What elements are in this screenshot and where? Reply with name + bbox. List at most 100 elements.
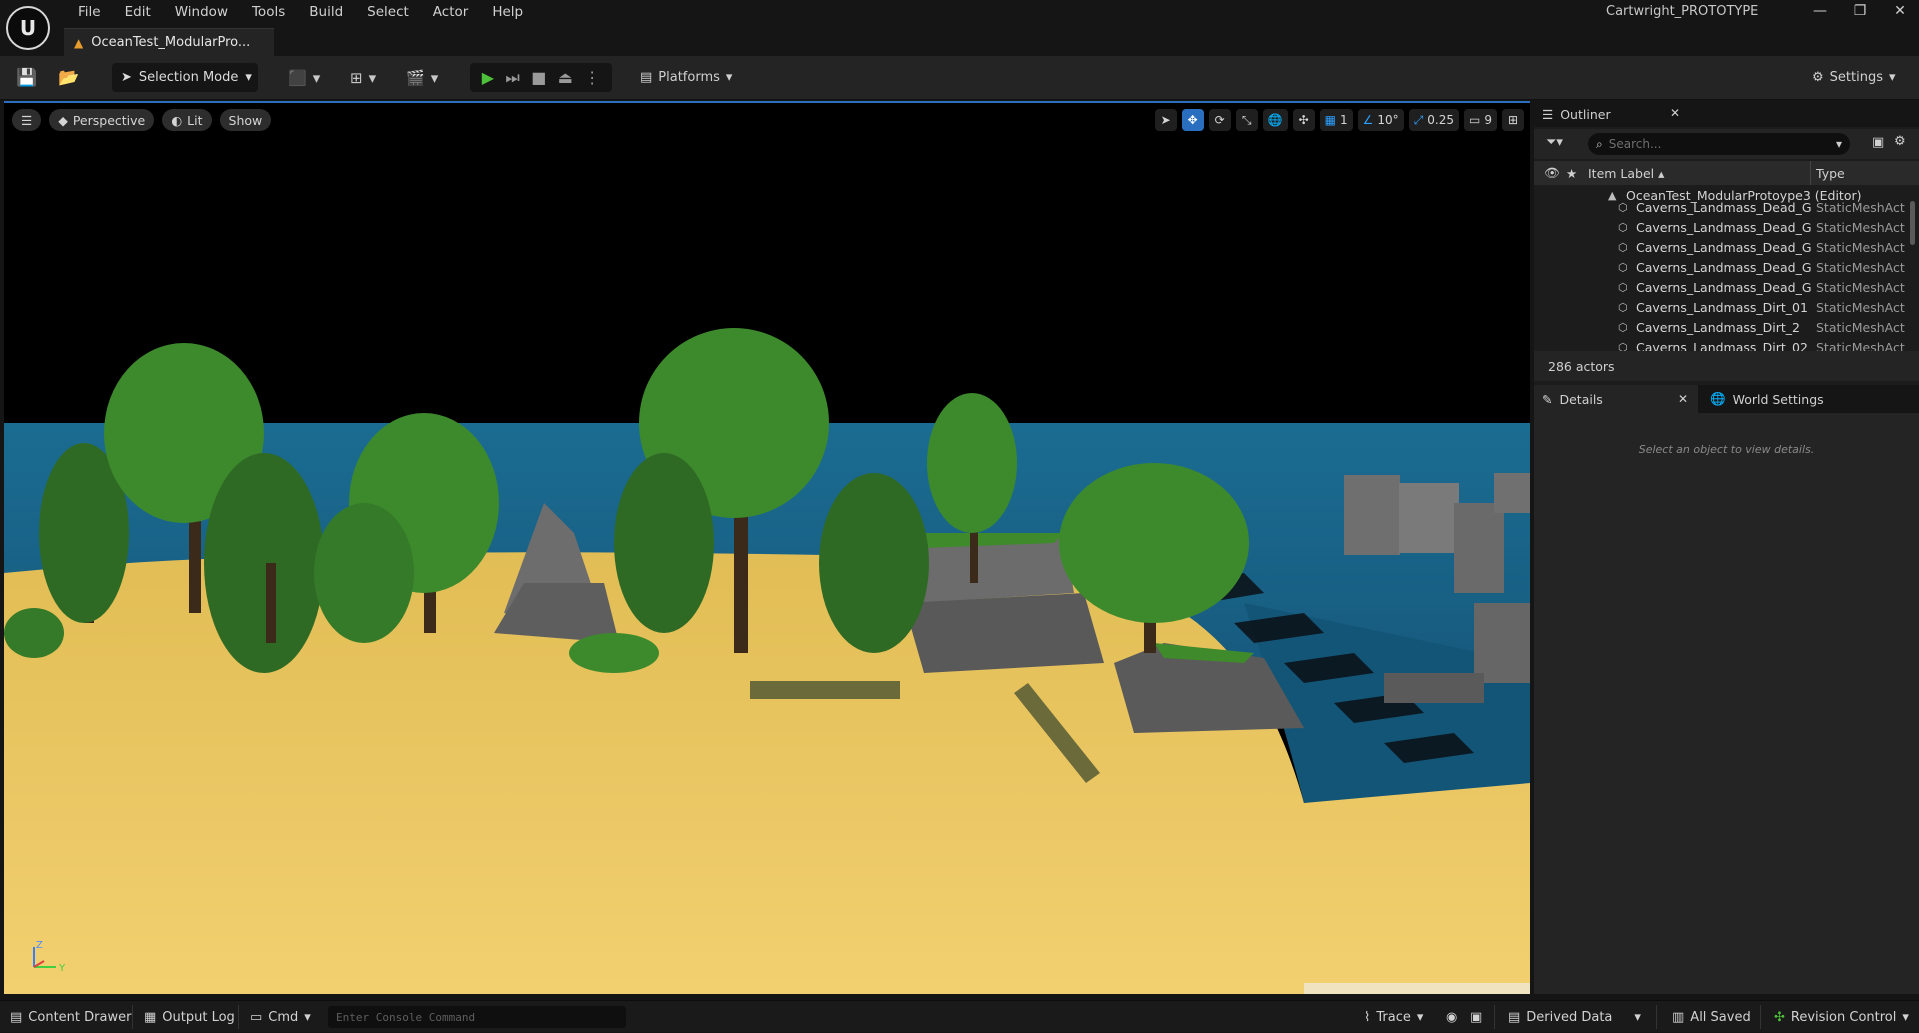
side-panel: ☰ Outliner ✕ ⏷▾ ⌕ Search... ▾ ▣ ⚙ 👁 ★ It… <box>1534 101 1919 994</box>
terminal-icon: ▭ <box>250 1009 263 1025</box>
list-item[interactable]: ⬡ Caverns_Landmass_Dead_Gr StaticMeshAct <box>1534 257 1919 277</box>
chevron-down-icon: ▾ <box>312 68 321 87</box>
add-folder-icon[interactable]: ▣ <box>1872 135 1884 150</box>
scale-tool-icon[interactable]: ⤡ <box>1235 109 1258 131</box>
world-settings-tab[interactable]: 🌐 World Settings <box>1702 386 1824 412</box>
record-icon[interactable]: ◉ <box>1446 1001 1457 1033</box>
favorite-icon[interactable]: ★ <box>1566 166 1577 181</box>
rotate-tool-icon[interactable]: ⟳ <box>1208 109 1231 131</box>
menu-actor[interactable]: Actor <box>421 3 481 21</box>
minimize-icon[interactable]: — <box>1800 0 1840 22</box>
close-icon[interactable]: ✕ <box>1678 392 1688 406</box>
all-saved-button[interactable]: ▥ All Saved <box>1672 1001 1751 1033</box>
details-body: Select an object to view details. <box>1534 413 1919 994</box>
outliner-scrollbar[interactable] <box>1910 201 1915 245</box>
world-settings-tab-label: World Settings <box>1732 391 1824 407</box>
selection-mode-dropdown[interactable]: ➤ Selection Mode ▾ <box>112 63 258 92</box>
settings-dropdown[interactable]: ⚙ Settings ▾ <box>1812 63 1896 92</box>
translate-tool-icon[interactable]: ✥ <box>1181 109 1204 131</box>
close-window-icon[interactable]: ✕ <box>1880 0 1919 22</box>
outliner-header: ☰ Outliner ✕ <box>1534 101 1919 127</box>
column-label-header[interactable]: Item Label ▴ <box>1588 166 1664 181</box>
console-command-input[interactable]: Enter Console Command <box>328 1006 626 1028</box>
scale-snap-button[interactable]: ⤢ 0.25 <box>1408 109 1460 131</box>
static-mesh-icon: ⬡ <box>1618 260 1628 274</box>
grid-snap-button[interactable]: ▦ 1 <box>1319 109 1353 131</box>
revision-control-dropdown[interactable]: ✣ Revision Control ▾ <box>1774 1001 1909 1033</box>
trace-dropdown[interactable]: ⌇ Trace ▾ <box>1364 1001 1423 1033</box>
more-options-icon[interactable]: ⋮ <box>584 68 600 87</box>
all-saved-label: All Saved <box>1690 1009 1751 1025</box>
list-item[interactable]: ⬡ Caverns_Landmass_Dead_Gr StaticMeshAct <box>1534 277 1919 297</box>
rotation-snap-button[interactable]: ∠ 10° <box>1357 109 1404 131</box>
chevron-down-icon: ▾ <box>245 70 252 85</box>
output-log-button[interactable]: ▦ Output Log <box>144 1001 235 1033</box>
content-drawer-label: Content Drawer <box>28 1009 132 1025</box>
window-controls: — ❐ ✕ <box>1800 0 1919 22</box>
gear-icon[interactable]: ⚙ <box>1894 134 1906 149</box>
platforms-dropdown[interactable]: ▤ Platforms ▾ <box>640 63 732 92</box>
outliner-search-input[interactable]: ⌕ Search... ▾ <box>1588 133 1850 155</box>
globe-icon: 🌐 <box>1710 391 1726 406</box>
visibility-icon[interactable]: 👁 <box>1544 165 1560 181</box>
level-tab[interactable]: ▲ OceanTest_ModularPro... <box>64 28 274 56</box>
cinematics-button[interactable]: 🎬 ▾ <box>406 63 438 92</box>
show-label: Show <box>228 112 263 128</box>
details-tab[interactable]: ✎ Details ✕ <box>1534 385 1698 413</box>
maximize-viewport-icon[interactable]: ⊞ <box>1502 109 1524 131</box>
menu-bar: U File Edit Window Tools Build Select Ac… <box>0 0 1919 56</box>
menu-tools[interactable]: Tools <box>240 3 297 21</box>
viewport-menu-button[interactable]: ☰ <box>12 109 42 131</box>
select-tool-icon[interactable]: ➤ <box>1154 109 1177 131</box>
eject-icon[interactable]: ⏏ <box>558 68 573 87</box>
menu-file[interactable]: File <box>66 3 113 21</box>
stop-icon[interactable]: ■ <box>531 68 546 87</box>
database-icon: ▤ <box>1508 1009 1521 1025</box>
chevron-down-icon: ▾ <box>304 1009 311 1025</box>
list-item[interactable]: ⬡ Caverns_Landmass_Dirt_01 StaticMeshAct <box>1534 297 1919 317</box>
type-column-header[interactable]: Type <box>1816 166 1845 181</box>
close-icon[interactable]: ✕ <box>1670 106 1680 120</box>
cmd-label: Cmd <box>268 1009 299 1025</box>
derived-data-dropdown[interactable]: ▤ Derived Data ▾ <box>1508 1001 1641 1033</box>
content-browser-icon[interactable]: 📂 <box>58 66 79 90</box>
list-item[interactable]: ⬡ Caverns_Landmass_Dirt_2 StaticMeshAct <box>1534 317 1919 337</box>
outliner-title: Outliner <box>1560 106 1611 122</box>
lit-button[interactable]: ◐ Lit <box>162 109 212 131</box>
list-item[interactable]: ⬡ Caverns_Landmass_Dead_Gr StaticMeshAct <box>1534 237 1919 257</box>
menu-build[interactable]: Build <box>297 3 355 21</box>
filter-icon[interactable]: ⏷▾ <box>1546 135 1563 150</box>
blueprint-button[interactable]: ⊞ ▾ <box>350 63 376 92</box>
restore-icon[interactable]: ❐ <box>1840 0 1880 22</box>
level-viewport[interactable]: ☰ ◆ Perspective ◐ Lit Show ➤ ✥ ⟳ ⤡ 🌐 ✣ ▦… <box>4 101 1530 994</box>
screenshot-icon[interactable]: ▣ <box>1470 1001 1482 1033</box>
menu-select[interactable]: Select <box>355 3 421 21</box>
content-drawer-button[interactable]: ▤ Content Drawer <box>10 1001 131 1033</box>
menu-help[interactable]: Help <box>480 3 535 21</box>
outliner-column-header: 👁 ★ Item Label ▴ Type <box>1534 161 1919 185</box>
grid-snap-value: 1 <box>1340 113 1348 127</box>
scene-render <box>4 103 1530 994</box>
play-icon[interactable]: ▶ <box>482 68 494 87</box>
menu-edit[interactable]: Edit <box>113 3 163 21</box>
step-icon[interactable]: ⏭ <box>505 68 519 88</box>
list-item[interactable]: ⬡ Caverns_Landmass_Dirt_02 StaticMeshAct <box>1534 337 1919 352</box>
show-button[interactable]: Show <box>219 109 272 131</box>
lit-label: Lit <box>187 112 203 128</box>
surface-snap-icon[interactable]: ✣ <box>1292 109 1315 131</box>
lit-icon: ◐ <box>171 112 183 128</box>
camera-speed-button[interactable]: ▭ 9 <box>1464 109 1497 131</box>
sand-edge <box>1304 983 1530 994</box>
save-icon[interactable]: 💾 <box>16 66 37 90</box>
add-actor-button[interactable]: ⬛ ▾ <box>288 63 320 92</box>
search-placeholder: Search... <box>1608 137 1662 151</box>
static-mesh-icon: ⬡ <box>1618 280 1628 294</box>
unreal-logo-icon[interactable]: U <box>6 6 50 50</box>
cmd-dropdown[interactable]: ▭ Cmd ▾ <box>250 1001 311 1033</box>
outliner-tab[interactable]: ☰ Outliner <box>1542 101 1611 127</box>
list-item[interactable]: ⬡ Caverns_Landmass_Dead_Gr StaticMeshAct <box>1534 197 1919 217</box>
perspective-button[interactable]: ◆ Perspective <box>49 109 155 131</box>
list-item[interactable]: ⬡ Caverns_Landmass_Dead_Gr StaticMeshAct <box>1534 217 1919 237</box>
world-space-icon[interactable]: 🌐 <box>1262 109 1288 131</box>
menu-window[interactable]: Window <box>163 3 240 21</box>
